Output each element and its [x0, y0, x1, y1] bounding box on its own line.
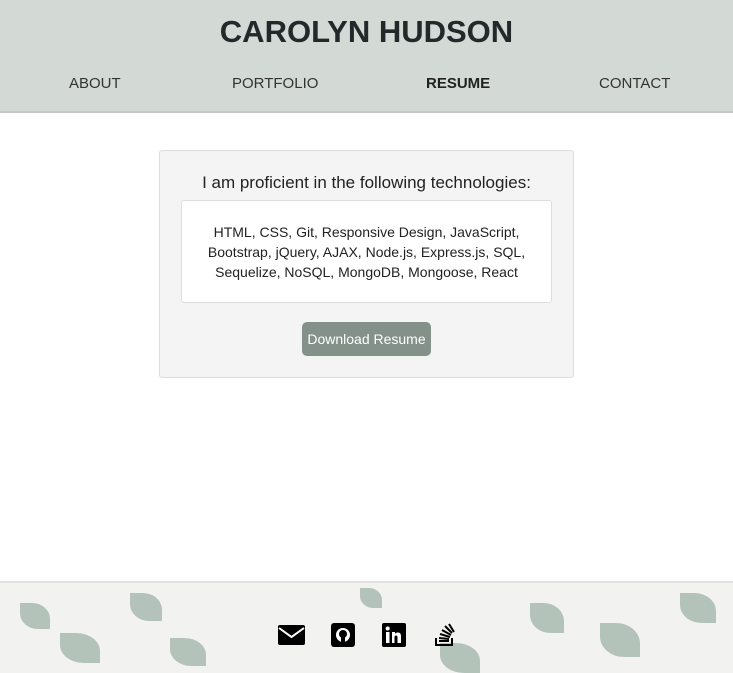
leaf-decoration	[680, 593, 716, 623]
download-resume-button[interactable]: Download Resume	[302, 322, 431, 356]
leaf-decoration	[60, 633, 100, 663]
site-header: CAROLYN HUDSON ABOUT PORTFOLIO RESUME CO…	[0, 0, 733, 113]
github-icon[interactable]	[329, 621, 356, 648]
site-footer	[0, 581, 733, 673]
leaf-decoration	[170, 638, 206, 666]
skills-heading: I am proficient in the following technol…	[202, 173, 531, 192]
skills-list: HTML, CSS, Git, Responsive Design, JavaS…	[181, 200, 552, 303]
leaf-decoration	[360, 588, 382, 608]
nav-contact[interactable]: CONTACT	[599, 75, 670, 92]
nav-resume[interactable]: RESUME	[426, 75, 490, 92]
leaf-decoration	[130, 593, 162, 621]
leaf-decoration	[530, 603, 564, 633]
nav-about[interactable]: ABOUT	[69, 75, 121, 92]
resume-card: I am proficient in the following technol…	[159, 150, 574, 378]
linkedin-icon[interactable]	[380, 621, 407, 648]
stackoverflow-icon[interactable]	[431, 621, 458, 648]
nav-portfolio[interactable]: PORTFOLIO	[232, 75, 318, 92]
site-title: CAROLYN HUDSON	[219, 14, 514, 49]
leaf-decoration	[600, 623, 640, 657]
leaf-decoration	[20, 603, 50, 629]
email-icon[interactable]	[278, 621, 305, 648]
